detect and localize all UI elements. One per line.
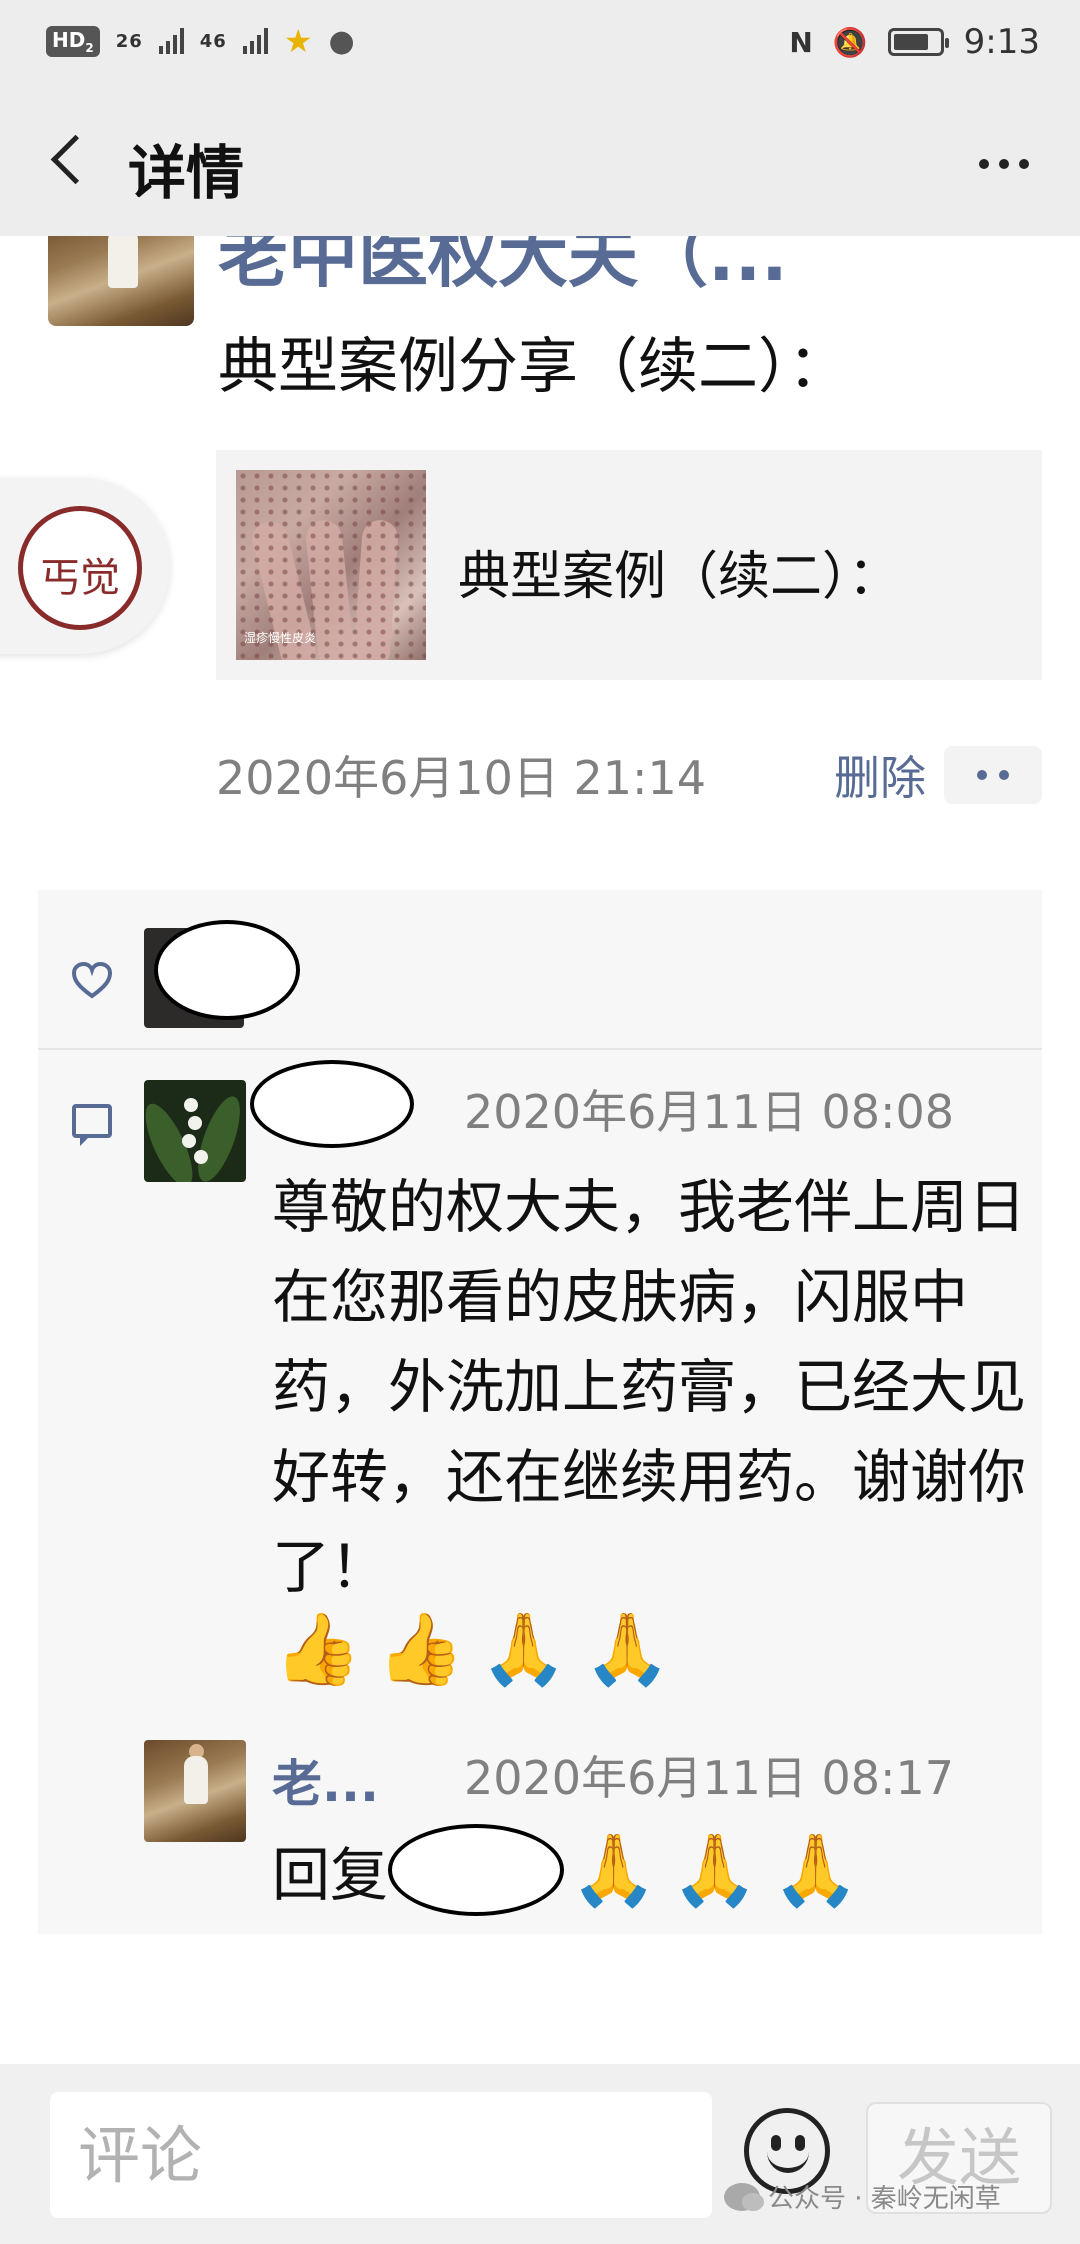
post-text: 典型案例分享（续二）：	[218, 332, 848, 402]
status-left: HD2 26 46 ★ ●	[46, 22, 355, 60]
comment-emoji-row: 👍 👍 🙏 🙏	[274, 1608, 671, 1691]
seal-text: 丐觉	[40, 555, 120, 601]
pray-emoji: 🙏	[570, 1828, 658, 1911]
reply-target-redaction	[388, 1824, 565, 1916]
likes-section	[38, 890, 1042, 1050]
post-timestamp: 2020年6月10日 21:14	[216, 751, 707, 805]
star-icon: ★	[283, 22, 313, 60]
signal-icon-2	[242, 28, 268, 54]
reply-label: 回复	[272, 1841, 389, 1909]
comment-input[interactable]	[50, 2092, 712, 2218]
comment-text[interactable]: 尊敬的权大夫，我老伴上周日在您那看的皮肤病，闪服中药，外洗加上药膏，已经大见好转…	[272, 1162, 1032, 1612]
pray-emoji: 🙏	[583, 1608, 671, 1690]
reply-timestamp: 2020年6月11日 08:17	[464, 1751, 955, 1805]
heart-icon	[71, 961, 113, 999]
redaction-oval	[154, 920, 300, 1020]
nfc-icon: N	[789, 25, 813, 59]
reply-author-avatar[interactable]	[144, 1740, 246, 1842]
shared-link-card[interactable]: 湿疹慢性皮炎 典型案例（续二）：	[216, 450, 1042, 680]
watermark-text: 公众号 · 秦岭无闲草	[768, 2184, 1001, 2214]
likes-comments-box: 2020年6月11日 08:08 尊敬的权大夫，我老伴上周日在您那看的皮肤病，闪…	[38, 890, 1042, 1934]
back-icon[interactable]	[40, 126, 100, 196]
comment-icon	[72, 1104, 112, 1146]
title-bar: 详情	[0, 86, 1080, 236]
status-right: N 🔕 9:13	[789, 22, 1040, 62]
reply-author-name[interactable]: 老...	[272, 1744, 379, 1816]
link-title: 典型案例（续二）：	[458, 547, 901, 607]
watermark: 公众号 · 秦岭无闲草	[724, 2178, 1001, 2215]
more-options-icon[interactable]	[964, 144, 1044, 184]
pray-emoji: 🙏	[772, 1828, 860, 1911]
status-bar: HD2 26 46 ★ ● N 🔕 9:13	[0, 0, 1080, 86]
wechat-icon	[724, 2182, 764, 2211]
mute-bell-icon: 🔕	[832, 25, 868, 59]
page-title: 详情	[128, 139, 245, 207]
pray-emoji: 🙏	[671, 1828, 759, 1911]
pray-emoji: 🙏	[480, 1608, 568, 1690]
thumbs-up-emoji: 👍	[377, 1608, 465, 1690]
top-bar: HD2 26 46 ★ ● N 🔕 9:13 详情	[0, 0, 1080, 236]
thumbs-up-emoji: 👍	[274, 1608, 362, 1690]
link-thumbnail: 湿疹慢性皮炎	[236, 470, 426, 660]
battery-icon	[887, 28, 949, 56]
delete-button[interactable]: 删除	[834, 742, 926, 808]
signal-icon	[158, 28, 184, 54]
commenter-name-redaction	[250, 1060, 414, 1148]
signal-label-1: 26	[115, 30, 143, 52]
chat-bubble-icon: ●	[328, 23, 355, 59]
comment-like-menu-button[interactable]	[944, 746, 1042, 804]
reply-emoji-row: 🙏 🙏 🙏	[570, 1829, 860, 1912]
comment-input-bar: 发送	[0, 2064, 1080, 2244]
commenter-avatar[interactable]	[144, 1080, 246, 1182]
status-time: 9:13	[963, 22, 1040, 62]
floating-seal-logo[interactable]: 丐觉	[0, 478, 170, 654]
signal-label-2: 46	[199, 30, 227, 52]
reply-text[interactable]: 回复 🙏 🙏 🙏	[272, 1824, 860, 1916]
hd-badge: HD2	[46, 25, 100, 57]
thumbnail-caption: 湿疹慢性皮炎	[244, 631, 317, 645]
comment-timestamp: 2020年6月11日 08:08	[464, 1085, 955, 1139]
